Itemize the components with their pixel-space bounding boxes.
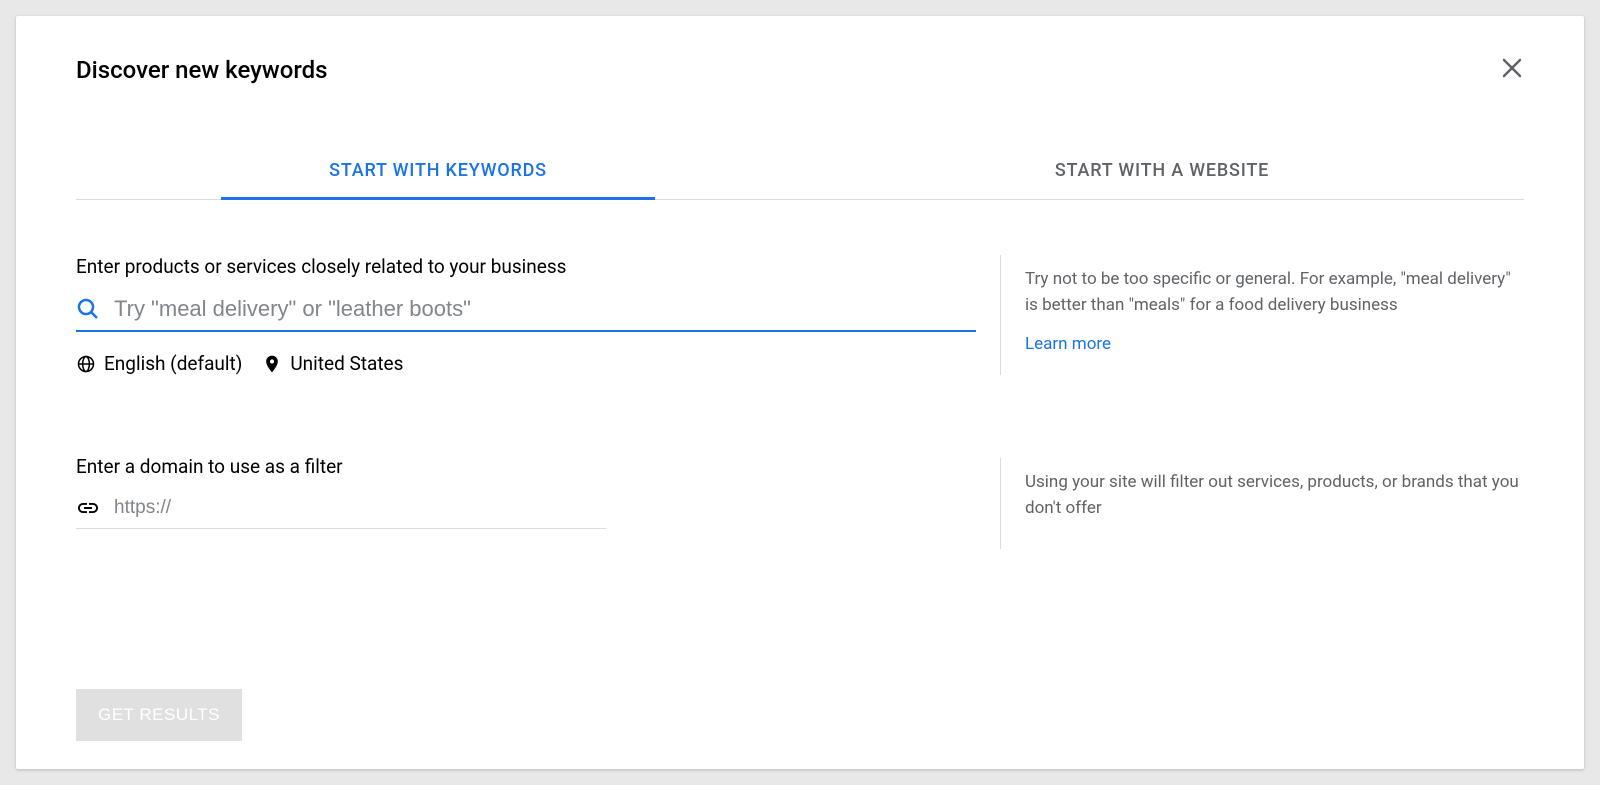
- domain-help-column: Using your site will filter out services…: [1000, 458, 1524, 549]
- learn-more-link[interactable]: Learn more: [1025, 334, 1111, 354]
- domain-help-text: Using your site will filter out services…: [1025, 470, 1524, 521]
- keywords-help-column: Try not to be too specific or general. F…: [1000, 255, 1524, 375]
- tab-start-with-website[interactable]: Start with a website: [800, 142, 1524, 199]
- location-pin-icon: [262, 354, 282, 374]
- domain-row: Enter a domain to use as a filter Using …: [76, 455, 1524, 549]
- language-text: English (default): [104, 352, 242, 375]
- domain-left-column: Enter a domain to use as a filter: [76, 455, 976, 549]
- location-text: United States: [290, 352, 403, 375]
- close-icon: [1500, 56, 1524, 80]
- search-icon: [76, 297, 100, 321]
- keywords-field-label: Enter products or services closely relat…: [76, 255, 976, 278]
- location-selector[interactable]: United States: [262, 352, 403, 375]
- content-area: Enter products or services closely relat…: [16, 200, 1584, 549]
- language-location-row: English (default) United States: [76, 352, 976, 375]
- keywords-left-column: Enter products or services closely relat…: [76, 255, 976, 375]
- footer: Get results: [76, 689, 242, 741]
- domain-field-label: Enter a domain to use as a filter: [76, 455, 976, 478]
- domain-input[interactable]: [114, 497, 606, 519]
- card-header: Discover new keywords: [16, 16, 1584, 92]
- keyword-planner-card: Discover new keywords Start with keyword…: [16, 16, 1584, 769]
- tab-start-with-keywords[interactable]: Start with keywords: [76, 142, 800, 199]
- page-title: Discover new keywords: [76, 56, 327, 84]
- globe-icon: [76, 354, 96, 374]
- domain-input-wrap[interactable]: [76, 496, 606, 529]
- tabs-container: Start with keywords Start with a website: [76, 142, 1524, 200]
- keywords-input-wrap[interactable]: [76, 296, 976, 332]
- close-button[interactable]: [1492, 48, 1532, 92]
- link-icon: [76, 496, 100, 520]
- keywords-help-text: Try not to be too specific or general. F…: [1025, 267, 1524, 318]
- keywords-row: Enter products or services closely relat…: [76, 255, 1524, 375]
- get-results-button[interactable]: Get results: [76, 689, 242, 741]
- keywords-input[interactable]: [114, 296, 976, 322]
- language-selector[interactable]: English (default): [76, 352, 242, 375]
